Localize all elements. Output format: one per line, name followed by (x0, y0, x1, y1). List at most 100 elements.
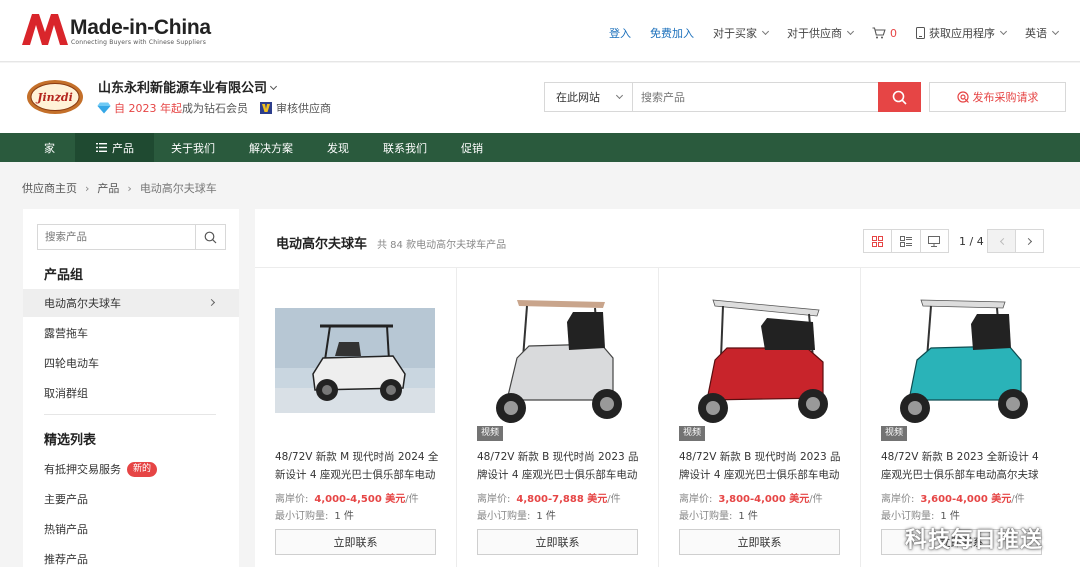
product-moq-row: 最小订购量: 1 件 (679, 507, 758, 522)
get-app-menu[interactable]: 获取应用程序 (916, 25, 1008, 41)
video-tag: 视频 (881, 426, 908, 441)
product-image[interactable] (679, 288, 839, 438)
price-label: 离岸价: (477, 494, 511, 505)
sidebar-item-label: 四轮电动车 (44, 357, 99, 370)
phone-icon (916, 27, 925, 39)
login-link[interactable]: 登入 (609, 25, 631, 41)
language-label: 英语 (1025, 27, 1047, 40)
sidebar-item-four-wheel-ev[interactable]: 四轮电动车 (23, 349, 239, 377)
search-button[interactable] (878, 82, 921, 112)
sidebar-search (37, 224, 226, 250)
nav-contact[interactable]: 联系我们 (366, 133, 444, 162)
product-price: 4,000-4,500 美元 (314, 494, 406, 505)
nav-discover-label: 发现 (327, 141, 349, 155)
page-title: 电动高尔夫球车 (276, 237, 368, 252)
nav-promotion-label: 促销 (461, 141, 483, 155)
nav-products-label: 产品 (112, 141, 134, 155)
sidebar-item-camping-trailers[interactable]: 露营拖车 (23, 319, 239, 347)
product-price-row: 离岸价: 3,800-4,000 美元/件 (679, 490, 823, 505)
product-moq: 1 件 (940, 511, 960, 522)
supplier-name[interactable]: 山东永利新能源车业有限公司 (98, 77, 278, 96)
price-unit: /件 (809, 494, 823, 505)
product-title[interactable]: 48/72V 新款 B 现代时尚 2023 品牌设计 4 座观光巴士俱乐部车电动… (477, 448, 643, 484)
product-image[interactable] (881, 288, 1041, 438)
product-title[interactable]: 48/72V 新款 M 现代时尚 2024 全新设计 4 座观光巴士俱乐部车电动… (275, 448, 441, 484)
chevron-down-icon (999, 27, 1008, 36)
sidebar-item-golf-carts[interactable]: 电动高尔夫球车 (23, 289, 239, 317)
list-view-button[interactable] (892, 230, 921, 252)
nav-solutions[interactable]: 解决方案 (232, 133, 310, 162)
sidebar-item-secured-trading[interactable]: 有抵押交易服务 新的 (23, 455, 239, 483)
product-moq-row: 最小订购量: 1 件 (275, 507, 354, 522)
list-view-icon (899, 235, 912, 247)
get-app-label: 获取应用程序 (929, 27, 995, 40)
breadcrumb-separator-icon: › (85, 181, 90, 195)
search-input[interactable] (633, 83, 878, 111)
nav-promotion[interactable]: 促销 (444, 133, 500, 162)
sidebar-item-recommended[interactable]: 推荐产品 (23, 545, 239, 567)
nav-home[interactable]: 家 (0, 133, 75, 162)
price-label: 离岸价: (679, 494, 713, 505)
contact-now-button[interactable]: 立即联系 (477, 529, 638, 555)
top-nav: 登入 免费加入 对于买家 对于供应商 0 获取应用程序 英语 (590, 25, 1060, 41)
supplier-header: Jinzdi 山东永利新能源车业有限公司 自 2023 年起 成为钻石会员 审核… (0, 63, 1080, 133)
contact-now-button[interactable]: 立即联系 (679, 529, 840, 555)
contact-now-button[interactable]: 立即联系 (275, 529, 436, 555)
nav-products[interactable]: 产品 (75, 133, 154, 162)
sidebar-item-main-products[interactable]: 主要产品 (23, 485, 239, 513)
cart-link[interactable]: 0 (872, 27, 897, 40)
product-card[interactable]: 视频 48/72V 新款 B 现代时尚 2023 品牌设计 4 座观光巴士俱乐部… (659, 268, 861, 567)
price-unit: /件 (607, 494, 621, 505)
product-moq-row: 最小订购量: 1 件 (881, 507, 960, 522)
sidebar-search-button[interactable] (195, 225, 225, 249)
prev-page-button[interactable] (987, 229, 1016, 253)
logo-m-icon (22, 14, 68, 45)
gallery-view-button[interactable] (921, 230, 948, 252)
chevron-down-icon (269, 82, 278, 91)
product-price-row: 离岸价: 3,600-4,000 美元/件 (881, 490, 1025, 505)
product-price: 3,800-4,000 美元 (718, 494, 810, 505)
breadcrumb-separator-icon: › (127, 181, 132, 195)
product-price-row: 离岸价: 4,800-7,888 美元/件 (477, 490, 621, 505)
audited-icon (260, 102, 272, 114)
sidebar-item-label: 有抵押交易服务 (44, 463, 121, 476)
grid-view-button[interactable] (864, 230, 893, 252)
breadcrumb-current: 电动高尔夫球车 (139, 182, 217, 195)
product-title[interactable]: 48/72V 新款 B 2023 全新设计 4 座观光巴士俱乐部车电动高尔夫球车… (881, 448, 1047, 484)
join-link[interactable]: 免费加入 (650, 25, 694, 41)
logo-text: Made-in-China (70, 16, 211, 39)
product-card[interactable]: 48/72V 新款 M 现代时尚 2024 全新设计 4 座观光巴士俱乐部车电动… (255, 268, 457, 567)
product-price: 3,600-4,000 美元 (920, 494, 1012, 505)
moq-label: 最小订购量: (881, 511, 935, 522)
cart-icon (872, 27, 886, 39)
breadcrumb-home[interactable]: 供应商主页 (22, 180, 77, 196)
product-card[interactable]: 视频 48/72V 新款 B 现代时尚 2023 品牌设计 4 座观光巴士俱乐部… (457, 268, 659, 567)
member-level: 成为钻石会员 (182, 102, 248, 115)
sidebar-item-hot-products[interactable]: 热销产品 (23, 515, 239, 543)
sidebar-search-input[interactable] (38, 225, 195, 249)
logo-tagline: Connecting Buyers with Chinese Suppliers (71, 39, 207, 46)
sidebar-item-ungrouped[interactable]: 取消群组 (23, 379, 239, 407)
search-scope-select[interactable]: 在此网站 (545, 83, 633, 111)
for-suppliers-menu[interactable]: 对于供应商 (787, 25, 855, 41)
nav-home-label: 家 (44, 141, 55, 155)
nav-about[interactable]: 关于我们 (154, 133, 232, 162)
for-buyers-menu[interactable]: 对于买家 (713, 25, 770, 41)
rfq-label: 发布采购请求 (972, 91, 1039, 104)
nav-discover[interactable]: 发现 (310, 133, 366, 162)
product-image[interactable] (275, 288, 435, 438)
breadcrumb-products[interactable]: 产品 (97, 180, 119, 196)
post-rfq-button[interactable]: 发布采购请求 (929, 82, 1066, 112)
language-menu[interactable]: 英语 (1025, 25, 1060, 41)
sidebar-item-label: 推荐产品 (44, 553, 88, 566)
chevron-right-icon (207, 298, 216, 307)
for-suppliers-label: 对于供应商 (787, 27, 842, 40)
product-groups-title: 产品组 (44, 268, 84, 283)
sidebar: 产品组 电动高尔夫球车 露营拖车 四轮电动车 取消群组 精选列表 有抵押交易服务… (23, 209, 239, 567)
next-page-button[interactable] (1015, 229, 1044, 253)
product-image[interactable] (477, 288, 637, 438)
product-search-bar: 在此网站 (544, 82, 921, 112)
product-title[interactable]: 48/72V 新款 B 现代时尚 2023 品牌设计 4 座观光巴士俱乐部车电动… (679, 448, 845, 484)
supplier-logo[interactable]: Jinzdi (26, 79, 84, 115)
price-label: 离岸价: (275, 494, 309, 505)
